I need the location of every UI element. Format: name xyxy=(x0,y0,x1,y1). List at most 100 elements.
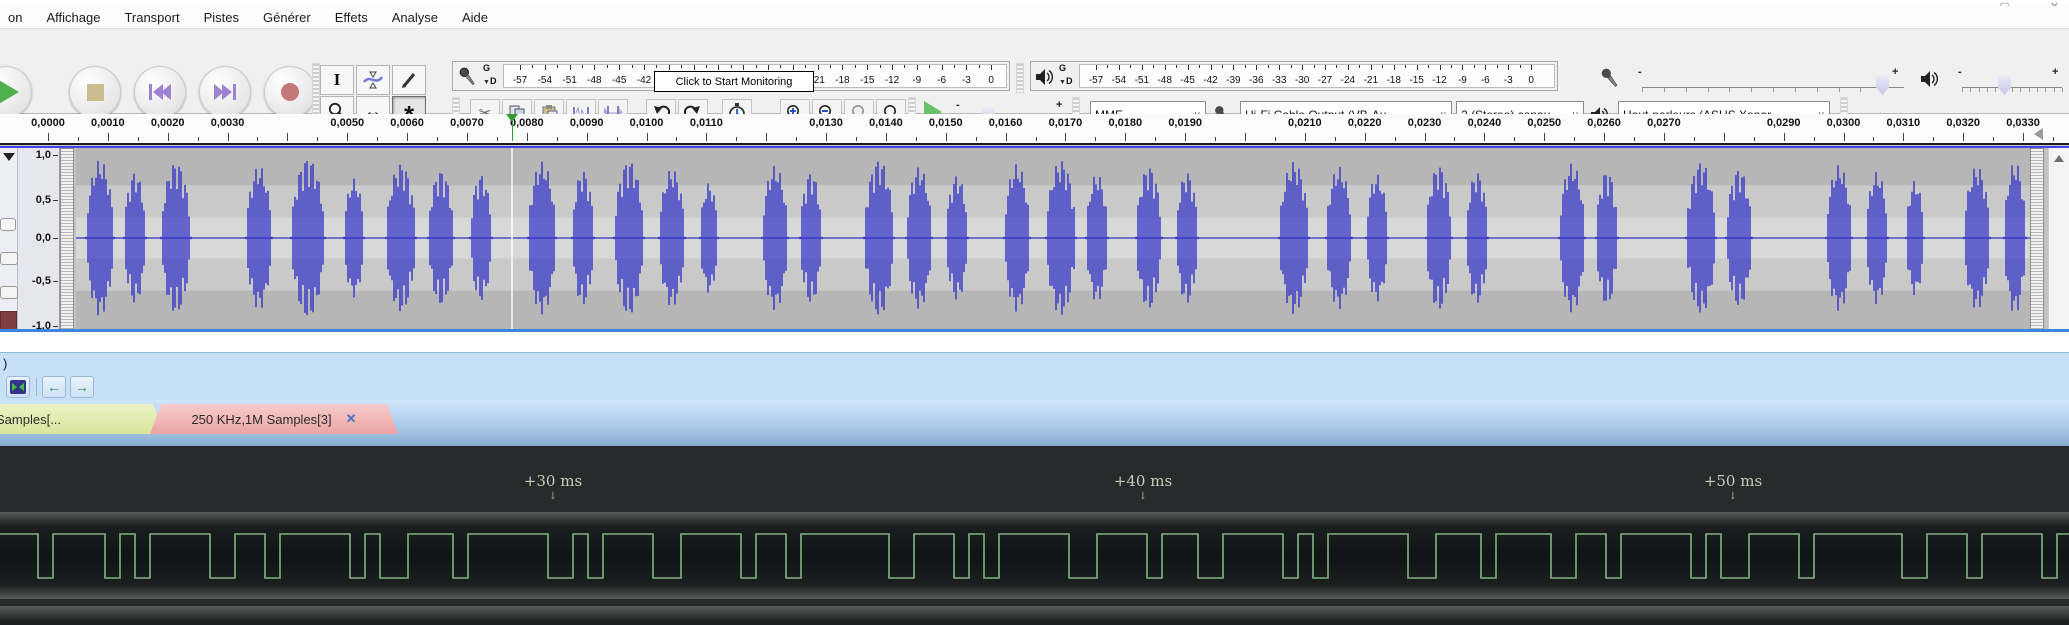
meter-minor-tick xyxy=(632,65,633,68)
navigate-left-button[interactable]: ← xyxy=(42,376,66,398)
ruler-label: 0,0170 xyxy=(1049,117,1083,129)
track-control-panel[interactable] xyxy=(0,148,18,330)
playback-volume-thumb[interactable] xyxy=(1998,76,2011,95)
fit-to-window-button[interactable] xyxy=(6,376,30,398)
ruler-major-tick xyxy=(1365,133,1366,141)
meter-tick xyxy=(1119,65,1120,70)
gain-slider-partial[interactable] xyxy=(0,218,16,231)
vruler-tick xyxy=(53,155,58,156)
envelope-tool-icon xyxy=(362,70,384,90)
selection-tool-button[interactable]: I xyxy=(320,65,354,95)
ruler-label: 0,0220 xyxy=(1348,117,1382,129)
meter-scale-label: -12 xyxy=(1432,75,1446,86)
clip-right-grip[interactable] xyxy=(2030,148,2044,330)
meter-scale-label: -42 xyxy=(637,75,651,86)
ruler-minor-tick xyxy=(138,137,139,141)
meter-minor-tick xyxy=(1245,65,1246,68)
meter-tick xyxy=(1417,65,1418,70)
stop-button[interactable] xyxy=(69,66,121,118)
tab-close-icon[interactable]: ✕ xyxy=(346,411,357,427)
menu-item-générer[interactable]: Générer xyxy=(263,10,311,25)
playback-meter[interactable]: G ▼D -57-54-51-48-45-42-39-36-33-30-27-2… xyxy=(1030,61,1558,91)
ruler-minor-tick xyxy=(856,137,857,141)
menu-item-transport[interactable]: Transport xyxy=(124,10,179,25)
menu-item-aide[interactable]: Aide xyxy=(462,10,488,25)
meter-tick xyxy=(1256,65,1257,70)
ruler-major-tick xyxy=(1784,133,1785,141)
skip-to-end-button[interactable] xyxy=(199,66,251,118)
extra-slider-partial[interactable] xyxy=(0,286,18,299)
down-arrow-icon: ↓ xyxy=(524,491,582,502)
pan-slider-partial[interactable] xyxy=(0,252,18,265)
ruler-minor-tick xyxy=(1754,137,1755,141)
track-menu-dropdown-icon[interactable] xyxy=(3,153,15,161)
waveform-svg[interactable] xyxy=(76,148,2030,330)
ruler-label: 0,0130 xyxy=(809,117,843,129)
vruler-tick xyxy=(53,238,58,239)
time-label: +30 ms↓ xyxy=(524,472,582,502)
menu-item-pistes[interactable]: Pistes xyxy=(204,10,239,25)
logic-window-top-edge xyxy=(0,352,2069,353)
ruler-minor-tick xyxy=(557,137,558,141)
ruler-minor-tick xyxy=(2053,137,2054,141)
ruler-minor-tick xyxy=(1215,137,1216,141)
play-meter-strip[interactable]: -57-54-51-48-45-42-39-36-33-30-27-24-21-… xyxy=(1079,64,1555,88)
stop-icon xyxy=(87,84,104,101)
envelope-tool-button[interactable] xyxy=(356,65,390,95)
ruler-major-tick xyxy=(1245,133,1246,141)
recording-volume-slider[interactable] xyxy=(1642,87,1904,88)
slider-tick xyxy=(1970,88,1971,92)
ruler-major-tick xyxy=(1425,133,1426,141)
ruler-minor-tick xyxy=(1574,137,1575,141)
meter-scale-label: -42 xyxy=(1203,75,1217,86)
speaker-icon xyxy=(1035,67,1055,87)
menu-item-on[interactable]: on xyxy=(8,10,22,25)
vruler-label: -0,5 xyxy=(32,275,51,287)
recording-volume-thumb[interactable] xyxy=(1876,76,1889,95)
ruler-major-tick xyxy=(1724,133,1725,141)
meter-minor-tick xyxy=(1314,65,1315,68)
menu-item-analyse[interactable]: Analyse xyxy=(392,10,438,25)
clip-left-grip[interactable] xyxy=(60,148,74,330)
slider-tick xyxy=(2037,88,2038,92)
meter-tick xyxy=(570,65,571,70)
timeline-ruler[interactable]: 0,00000,00100,00200,00300,00500,00600,00… xyxy=(0,114,2069,145)
meter-tick xyxy=(545,65,546,70)
track-area: 1,00,50,0-0,5-1,0 xyxy=(0,145,2069,330)
meter-tick xyxy=(594,65,595,70)
vertical-scrollbar[interactable] xyxy=(2048,148,2069,330)
waveform-display[interactable] xyxy=(76,148,2030,330)
playback-volume-slider[interactable] xyxy=(1962,87,2062,88)
ruler-minor-tick xyxy=(1514,137,1515,141)
draw-tool-button[interactable] xyxy=(392,65,426,95)
ruler-label: 0,0000 xyxy=(31,117,65,129)
tab-1[interactable]: Samples[... xyxy=(0,404,164,434)
ruler-major-tick xyxy=(706,133,707,141)
arrow-left-icon: ← xyxy=(47,380,61,394)
slider-tick xyxy=(2045,88,2046,92)
record-meter-right-label: ▼D xyxy=(483,77,496,87)
menu-item-effets[interactable]: Effets xyxy=(335,10,368,25)
ruler-minor-tick xyxy=(1335,137,1336,141)
menu-item-affichage[interactable]: Affichage xyxy=(46,10,100,25)
meter-tick xyxy=(1279,65,1280,70)
rec-vol-plus: + xyxy=(1892,66,1898,78)
play-button[interactable] xyxy=(0,66,32,118)
ruler-label: 0,0250 xyxy=(1527,117,1561,129)
monitoring-tooltip: Click to Start Monitoring xyxy=(654,71,814,92)
meter-scale-label: -27 xyxy=(1318,75,1332,86)
meter-scale-label: -33 xyxy=(1272,75,1286,86)
pinned-head-icon[interactable] xyxy=(2034,128,2043,140)
meter-gripper[interactable] xyxy=(1016,63,1024,93)
meter-minor-tick xyxy=(1497,65,1498,68)
record-button[interactable] xyxy=(264,66,316,118)
signal-panel[interactable]: +30 ms↓+40 ms↓+50 ms↓ xyxy=(0,446,2069,625)
navigate-right-button[interactable]: → xyxy=(70,376,94,398)
vertical-ruler[interactable]: 1,00,50,0-0,5-1,0 xyxy=(18,148,60,330)
ruler-major-tick xyxy=(1484,133,1485,141)
skip-to-start-button[interactable] xyxy=(134,66,186,118)
scroll-up-icon[interactable] xyxy=(2054,155,2064,162)
meter-tick xyxy=(1165,65,1166,70)
tab-2[interactable]: 250 KHz,1M Samples[3]✕ xyxy=(150,404,398,434)
meter-minor-tick xyxy=(780,65,781,68)
